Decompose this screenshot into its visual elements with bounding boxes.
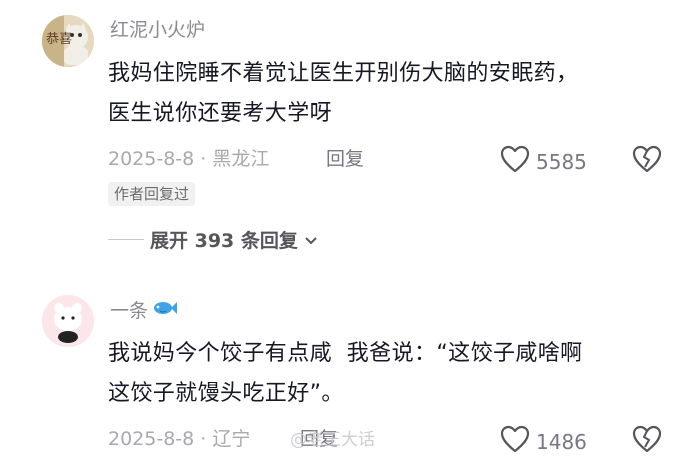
- expand-replies-label: 展开 393 条回复: [150, 230, 298, 252]
- comment-text: 我妈住院睡不着觉让医生开别伤大脑的安眠药， 医生说你还要考大学呀: [108, 54, 578, 134]
- comment-text: 我说妈今个饺子有点咸 我爸说：“这饺子咸啥啊 这饺子就馒头吃正好”。: [108, 334, 583, 414]
- comment-text-line: 这饺子就馒头吃正好”。: [108, 381, 344, 406]
- comment-username[interactable]: 红泥小火炉: [110, 18, 205, 42]
- meta-separator: ·: [194, 428, 213, 450]
- comment-username[interactable]: 一条: [110, 299, 178, 323]
- dislike-button[interactable]: [632, 425, 662, 457]
- fish-icon: [152, 299, 178, 323]
- chevron-down-icon: [304, 229, 318, 251]
- comment-date: 2025-8-8: [108, 148, 195, 170]
- comment-text-line: 我说妈今个饺子有点咸 我爸说：“这饺子咸啥啊: [108, 341, 583, 366]
- comment-meta: 2025-8-8 · 辽宁: [108, 427, 250, 451]
- comment-text-line: 医生说你还要考大学呀: [108, 101, 333, 126]
- heart-icon: [500, 145, 530, 178]
- like-button[interactable]: 1486: [500, 425, 587, 458]
- expand-replies-button[interactable]: 展开 393 条回复: [108, 226, 318, 253]
- like-count: 5585: [536, 149, 587, 174]
- like-count: 1486: [536, 429, 587, 454]
- avatar[interactable]: 恭喜: [42, 15, 94, 67]
- heart-icon: [500, 425, 530, 458]
- expand-divider: [108, 239, 144, 240]
- broken-heart-icon: [632, 425, 662, 457]
- meta-separator: ·: [194, 148, 213, 170]
- avatar-lettering: 恭喜: [46, 32, 72, 47]
- dislike-button[interactable]: [632, 145, 662, 177]
- broken-heart-icon: [632, 145, 662, 177]
- comment-date: 2025-8-8: [108, 428, 195, 450]
- watermark: @老王大话: [290, 430, 375, 450]
- reply-button[interactable]: 回复: [326, 147, 364, 171]
- comment-meta: 2025-8-8 · 黑龙江: [108, 147, 269, 171]
- comment-text-line: 我妈住院睡不着觉让医生开别伤大脑的安眠药，: [108, 61, 579, 86]
- comment-location: 辽宁: [212, 428, 251, 450]
- comment-location: 黑龙江: [212, 148, 270, 170]
- username-text: 一条: [110, 300, 149, 322]
- like-button[interactable]: 5585: [500, 145, 587, 178]
- avatar[interactable]: [42, 295, 94, 347]
- author-replied-badge: 作者回复过: [108, 182, 196, 206]
